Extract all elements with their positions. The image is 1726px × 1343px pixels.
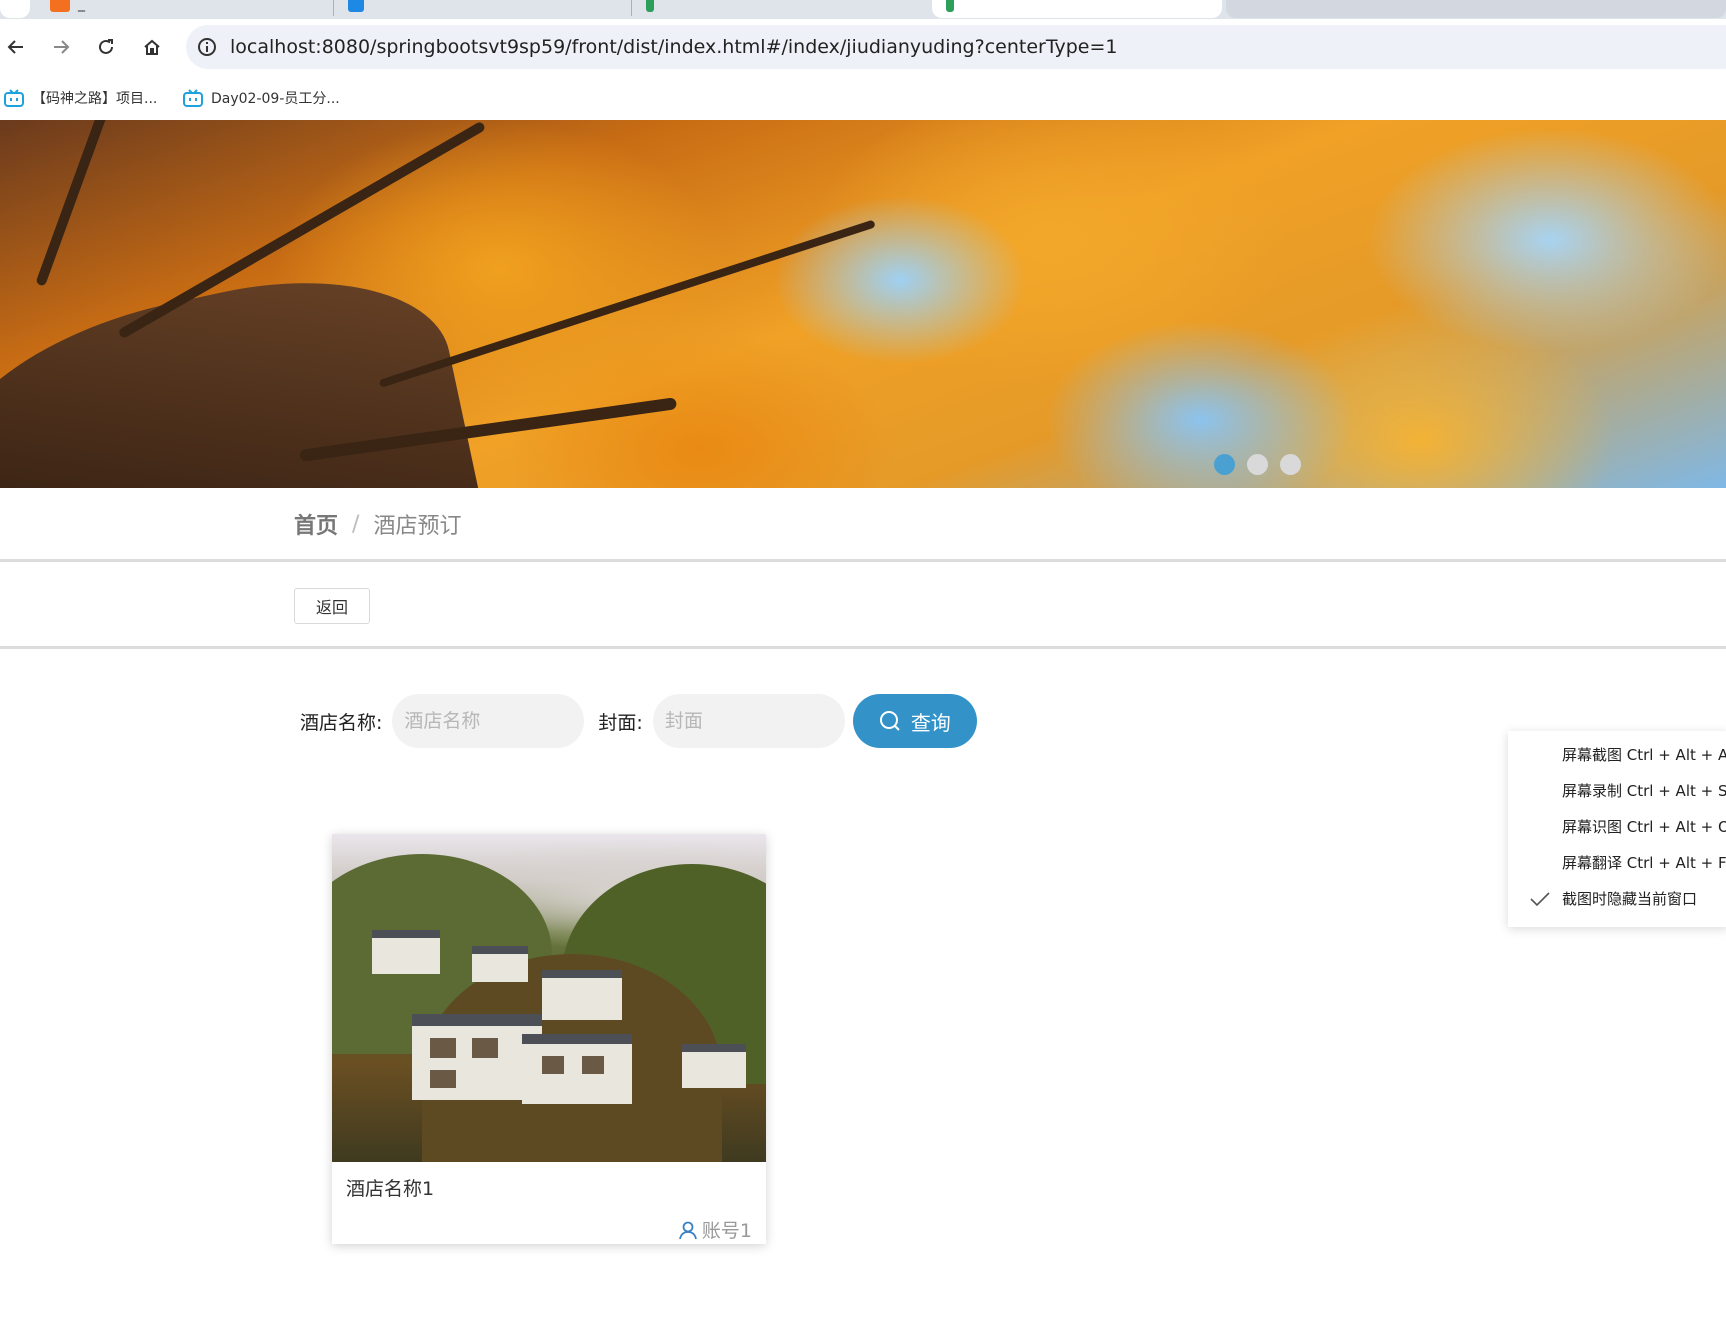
carousel-dot[interactable]	[1247, 454, 1268, 475]
menu-item-label: 屏幕翻译 Ctrl + Alt + F	[1562, 854, 1726, 872]
image-window	[430, 1038, 456, 1058]
menu-item-label: 屏幕截图 Ctrl + Alt + A	[1562, 746, 1726, 764]
reload-icon[interactable]	[90, 31, 122, 63]
hotel-card[interactable]: 酒店名称1 账号1	[332, 834, 766, 1244]
image-window	[472, 1038, 498, 1058]
back-arrow-icon[interactable]	[0, 31, 32, 63]
menu-item-label: 屏幕录制 Ctrl + Alt + S	[1562, 782, 1726, 800]
breadcrumb: 首页 / 酒店预订	[294, 508, 461, 540]
bookmark-label: 【码神之路】项目...	[32, 91, 158, 107]
address-bar: localhost:8080/springbootsvt9sp59/front/…	[0, 19, 1726, 77]
browser-tab[interactable]	[0, 0, 30, 18]
home-icon[interactable]	[136, 31, 168, 63]
banner-branch	[35, 120, 148, 287]
hotel-name-input[interactable]	[392, 694, 585, 748]
breadcrumb-home[interactable]: 首页	[294, 508, 338, 540]
image-window	[542, 1056, 564, 1074]
tab-favicon-icon	[946, 0, 954, 12]
image-house	[522, 1034, 632, 1104]
hotel-cover-image[interactable]	[332, 834, 766, 1162]
tab-favicon-icon	[646, 0, 654, 12]
search-form: 酒店名称: 封面: 查询	[300, 694, 977, 748]
menu-item-screen-ocr[interactable]: 屏幕识图 Ctrl + Alt + O	[1508, 809, 1726, 845]
screenshot-context-menu: 屏幕截图 Ctrl + Alt + A 屏幕录制 Ctrl + Alt + S …	[1508, 731, 1726, 927]
browser-tab[interactable]: _	[36, 0, 332, 18]
breadcrumb-separator: /	[352, 511, 360, 537]
browser-tab[interactable]	[334, 0, 630, 18]
image-house	[472, 946, 528, 982]
hotel-name[interactable]: 酒店名称1	[346, 1174, 434, 1201]
image-window	[430, 1070, 456, 1088]
bookmark-item[interactable]: Day02-09-员工分...	[183, 87, 340, 109]
image-window	[582, 1056, 604, 1074]
carousel-dot[interactable]	[1214, 454, 1235, 475]
back-bar: 返回	[0, 562, 1726, 649]
hotel-name-label: 酒店名称:	[300, 711, 383, 734]
hotel-account: 账号1	[678, 1216, 752, 1243]
bookmarks-bar: 【码神之路】项目... Day02-09-员工分...	[0, 77, 1726, 120]
forward-arrow-icon[interactable]	[45, 31, 77, 63]
search-button-label: 查询	[910, 710, 951, 735]
bilibili-icon	[183, 89, 203, 107]
carousel-dot[interactable]	[1280, 454, 1301, 475]
browser-tab-active[interactable]	[932, 0, 1222, 18]
cover-input[interactable]	[652, 694, 845, 748]
hotel-account-label: 账号1	[701, 1220, 752, 1242]
image-house	[542, 970, 622, 1020]
browser-tabstrip: _	[0, 0, 1726, 19]
search-icon	[879, 711, 900, 731]
tab-favicon-icon	[348, 0, 364, 12]
menu-item-screenshot[interactable]: 屏幕截图 Ctrl + Alt + A	[1508, 737, 1726, 773]
banner-branch	[378, 219, 876, 388]
banner-tree-trunk	[0, 248, 482, 488]
omnibox[interactable]: localhost:8080/springbootsvt9sp59/front/…	[186, 25, 1726, 69]
tab-favicon-icon	[50, 0, 70, 12]
back-button[interactable]: 返回	[294, 588, 370, 624]
user-icon	[679, 1221, 697, 1239]
bookmark-item[interactable]: 【码神之路】项目...	[4, 87, 157, 109]
browser-tab[interactable]	[632, 0, 928, 18]
tab-label: _	[78, 0, 85, 12]
menu-item-hide-window[interactable]: 截图时隐藏当前窗口	[1508, 881, 1726, 917]
check-icon	[1528, 881, 1552, 917]
menu-item-label: 屏幕识图 Ctrl + Alt + O	[1562, 818, 1726, 836]
bookmark-label: Day02-09-员工分...	[211, 91, 340, 107]
breadcrumb-current: 酒店预订	[373, 514, 462, 539]
url-text[interactable]: localhost:8080/springbootsvt9sp59/front/…	[230, 35, 1117, 59]
search-button[interactable]: 查询	[852, 694, 977, 748]
breadcrumb-bar: 首页 / 酒店预订	[0, 488, 1726, 562]
menu-item-screen-record[interactable]: 屏幕录制 Ctrl + Alt + S	[1508, 773, 1726, 809]
bilibili-icon	[4, 89, 24, 107]
image-house	[372, 930, 440, 974]
banner-carousel[interactable]	[0, 120, 1726, 488]
cover-label: 封面:	[598, 711, 643, 734]
image-house	[682, 1044, 746, 1088]
browser-tab[interactable]	[1226, 0, 1726, 18]
menu-item-screen-translate[interactable]: 屏幕翻译 Ctrl + Alt + F	[1508, 845, 1726, 881]
menu-item-label: 截图时隐藏当前窗口	[1562, 890, 1698, 908]
site-info-icon[interactable]	[196, 36, 218, 58]
carousel-indicators	[1214, 454, 1301, 475]
